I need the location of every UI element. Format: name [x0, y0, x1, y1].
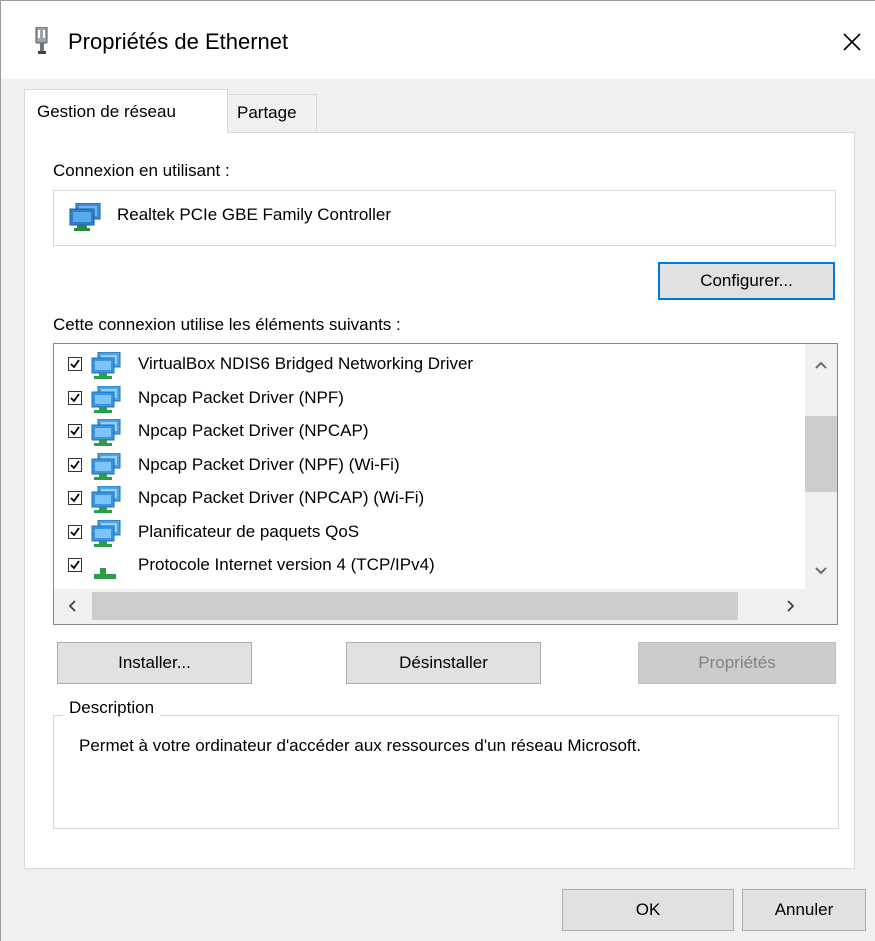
chevron-down-icon — [815, 567, 827, 575]
scroll-left-button[interactable] — [58, 591, 86, 621]
description-title: Description — [63, 698, 161, 718]
network-service-icon — [88, 452, 124, 486]
adapter-name: Realtek PCIe GBE Family Controller — [117, 205, 391, 224]
checkmark-icon — [70, 459, 80, 469]
window-title: Propriétés de Ethernet — [68, 29, 289, 54]
network-adapter-icon — [34, 26, 50, 57]
network-adapter-icon — [68, 202, 104, 238]
component-checkbox[interactable] — [68, 390, 82, 405]
scroll-right-button[interactable] — [776, 591, 806, 621]
list-item[interactable]: Protocole Internet version 4 (TCP/IPv4) — [54, 549, 804, 583]
description-text: Permet à votre ordinateur d'accéder aux … — [79, 736, 642, 755]
checkmark-icon — [70, 493, 80, 503]
checkmark-icon — [70, 392, 80, 402]
uninstall-button[interactable]: Désinstaller — [346, 642, 541, 684]
network-service-icon — [88, 519, 124, 553]
cancel-button[interactable]: Annuler — [742, 889, 866, 931]
tab-sharing[interactable]: Partage — [227, 94, 317, 132]
list-item[interactable]: VirtualBox NDIS6 Bridged Networking Driv… — [54, 348, 804, 382]
list-item-label: Npcap Packet Driver (NPCAP) (Wi-Fi) — [138, 488, 425, 507]
list-item-label: Planificateur de paquets QoS — [138, 521, 360, 541]
properties-dialog: Propriétés de Ethernet Gestion de réseau… — [0, 0, 875, 941]
component-checkbox[interactable] — [68, 357, 82, 371]
adapter-field: Realtek PCIe GBE Family Controller — [53, 190, 836, 246]
configure-button[interactable]: Configurer... — [658, 262, 835, 300]
install-button[interactable]: Installer... — [57, 642, 252, 684]
network-service-icon — [88, 351, 124, 385]
list-item-label: VirtualBox NDIS6 Bridged Networking Driv… — [138, 354, 474, 373]
components-list[interactable]: VirtualBox NDIS6 Bridged Networking Driv… — [53, 343, 838, 625]
list-item[interactable]: Npcap Packet Driver (NPF) (Wi-Fi) — [54, 449, 804, 483]
list-item[interactable]: Npcap Packet Driver (NPCAP) (Wi-Fi) — [54, 482, 804, 516]
component-checkbox[interactable] — [68, 524, 82, 539]
network-protocol-icon — [88, 553, 124, 586]
checkmark-icon — [70, 526, 80, 536]
component-checkbox[interactable] — [68, 491, 82, 505]
horizontal-scroll-thumb[interactable] — [92, 592, 738, 620]
chevron-right-icon — [787, 600, 795, 612]
chevron-left-icon — [68, 600, 76, 612]
checkmark-icon — [70, 426, 80, 436]
close-button[interactable] — [837, 27, 867, 57]
tab-networking[interactable]: Gestion de réseau — [24, 89, 228, 133]
close-icon — [843, 33, 861, 51]
component-checkbox[interactable] — [68, 424, 82, 438]
component-checkbox[interactable] — [68, 457, 82, 472]
connect-using-label: Connexion en utilisant : — [53, 161, 230, 180]
checkmark-icon — [70, 560, 80, 570]
properties-button[interactable]: Propriétés — [638, 642, 836, 684]
components-list-rows: VirtualBox NDIS6 Bridged Networking Driv… — [54, 344, 804, 587]
component-checkbox[interactable] — [68, 558, 82, 572]
list-item[interactable]: Planificateur de paquets QoS — [54, 516, 804, 550]
network-service-icon — [88, 385, 124, 419]
vertical-scrollbar[interactable] — [805, 344, 837, 589]
list-item-label: Npcap Packet Driver (NPF) (Wi-Fi) — [138, 454, 400, 474]
network-service-icon — [88, 485, 124, 519]
description-group — [53, 715, 839, 829]
horizontal-scrollbar[interactable] — [54, 589, 837, 624]
list-item-label: Protocole Internet version 4 (TCP/IPv4) — [138, 555, 435, 574]
list-item-label: Npcap Packet Driver (NPF) — [138, 387, 344, 407]
title-bar: Propriétés de Ethernet — [1, 1, 875, 79]
scroll-up-button[interactable] — [805, 350, 837, 380]
network-service-icon — [88, 418, 124, 452]
list-item[interactable]: Npcap Packet Driver (NPF) — [54, 382, 804, 416]
components-label: Cette connexion utilise les éléments sui… — [53, 315, 401, 334]
list-item[interactable]: Npcap Packet Driver (NPCAP) — [54, 415, 804, 449]
list-item-label: Npcap Packet Driver (NPCAP) — [138, 421, 369, 440]
scroll-down-button[interactable] — [805, 556, 837, 586]
chevron-up-icon — [815, 361, 827, 369]
checkmark-icon — [70, 359, 80, 369]
vertical-scroll-thumb[interactable] — [805, 416, 837, 492]
ok-button[interactable]: OK — [562, 889, 734, 931]
